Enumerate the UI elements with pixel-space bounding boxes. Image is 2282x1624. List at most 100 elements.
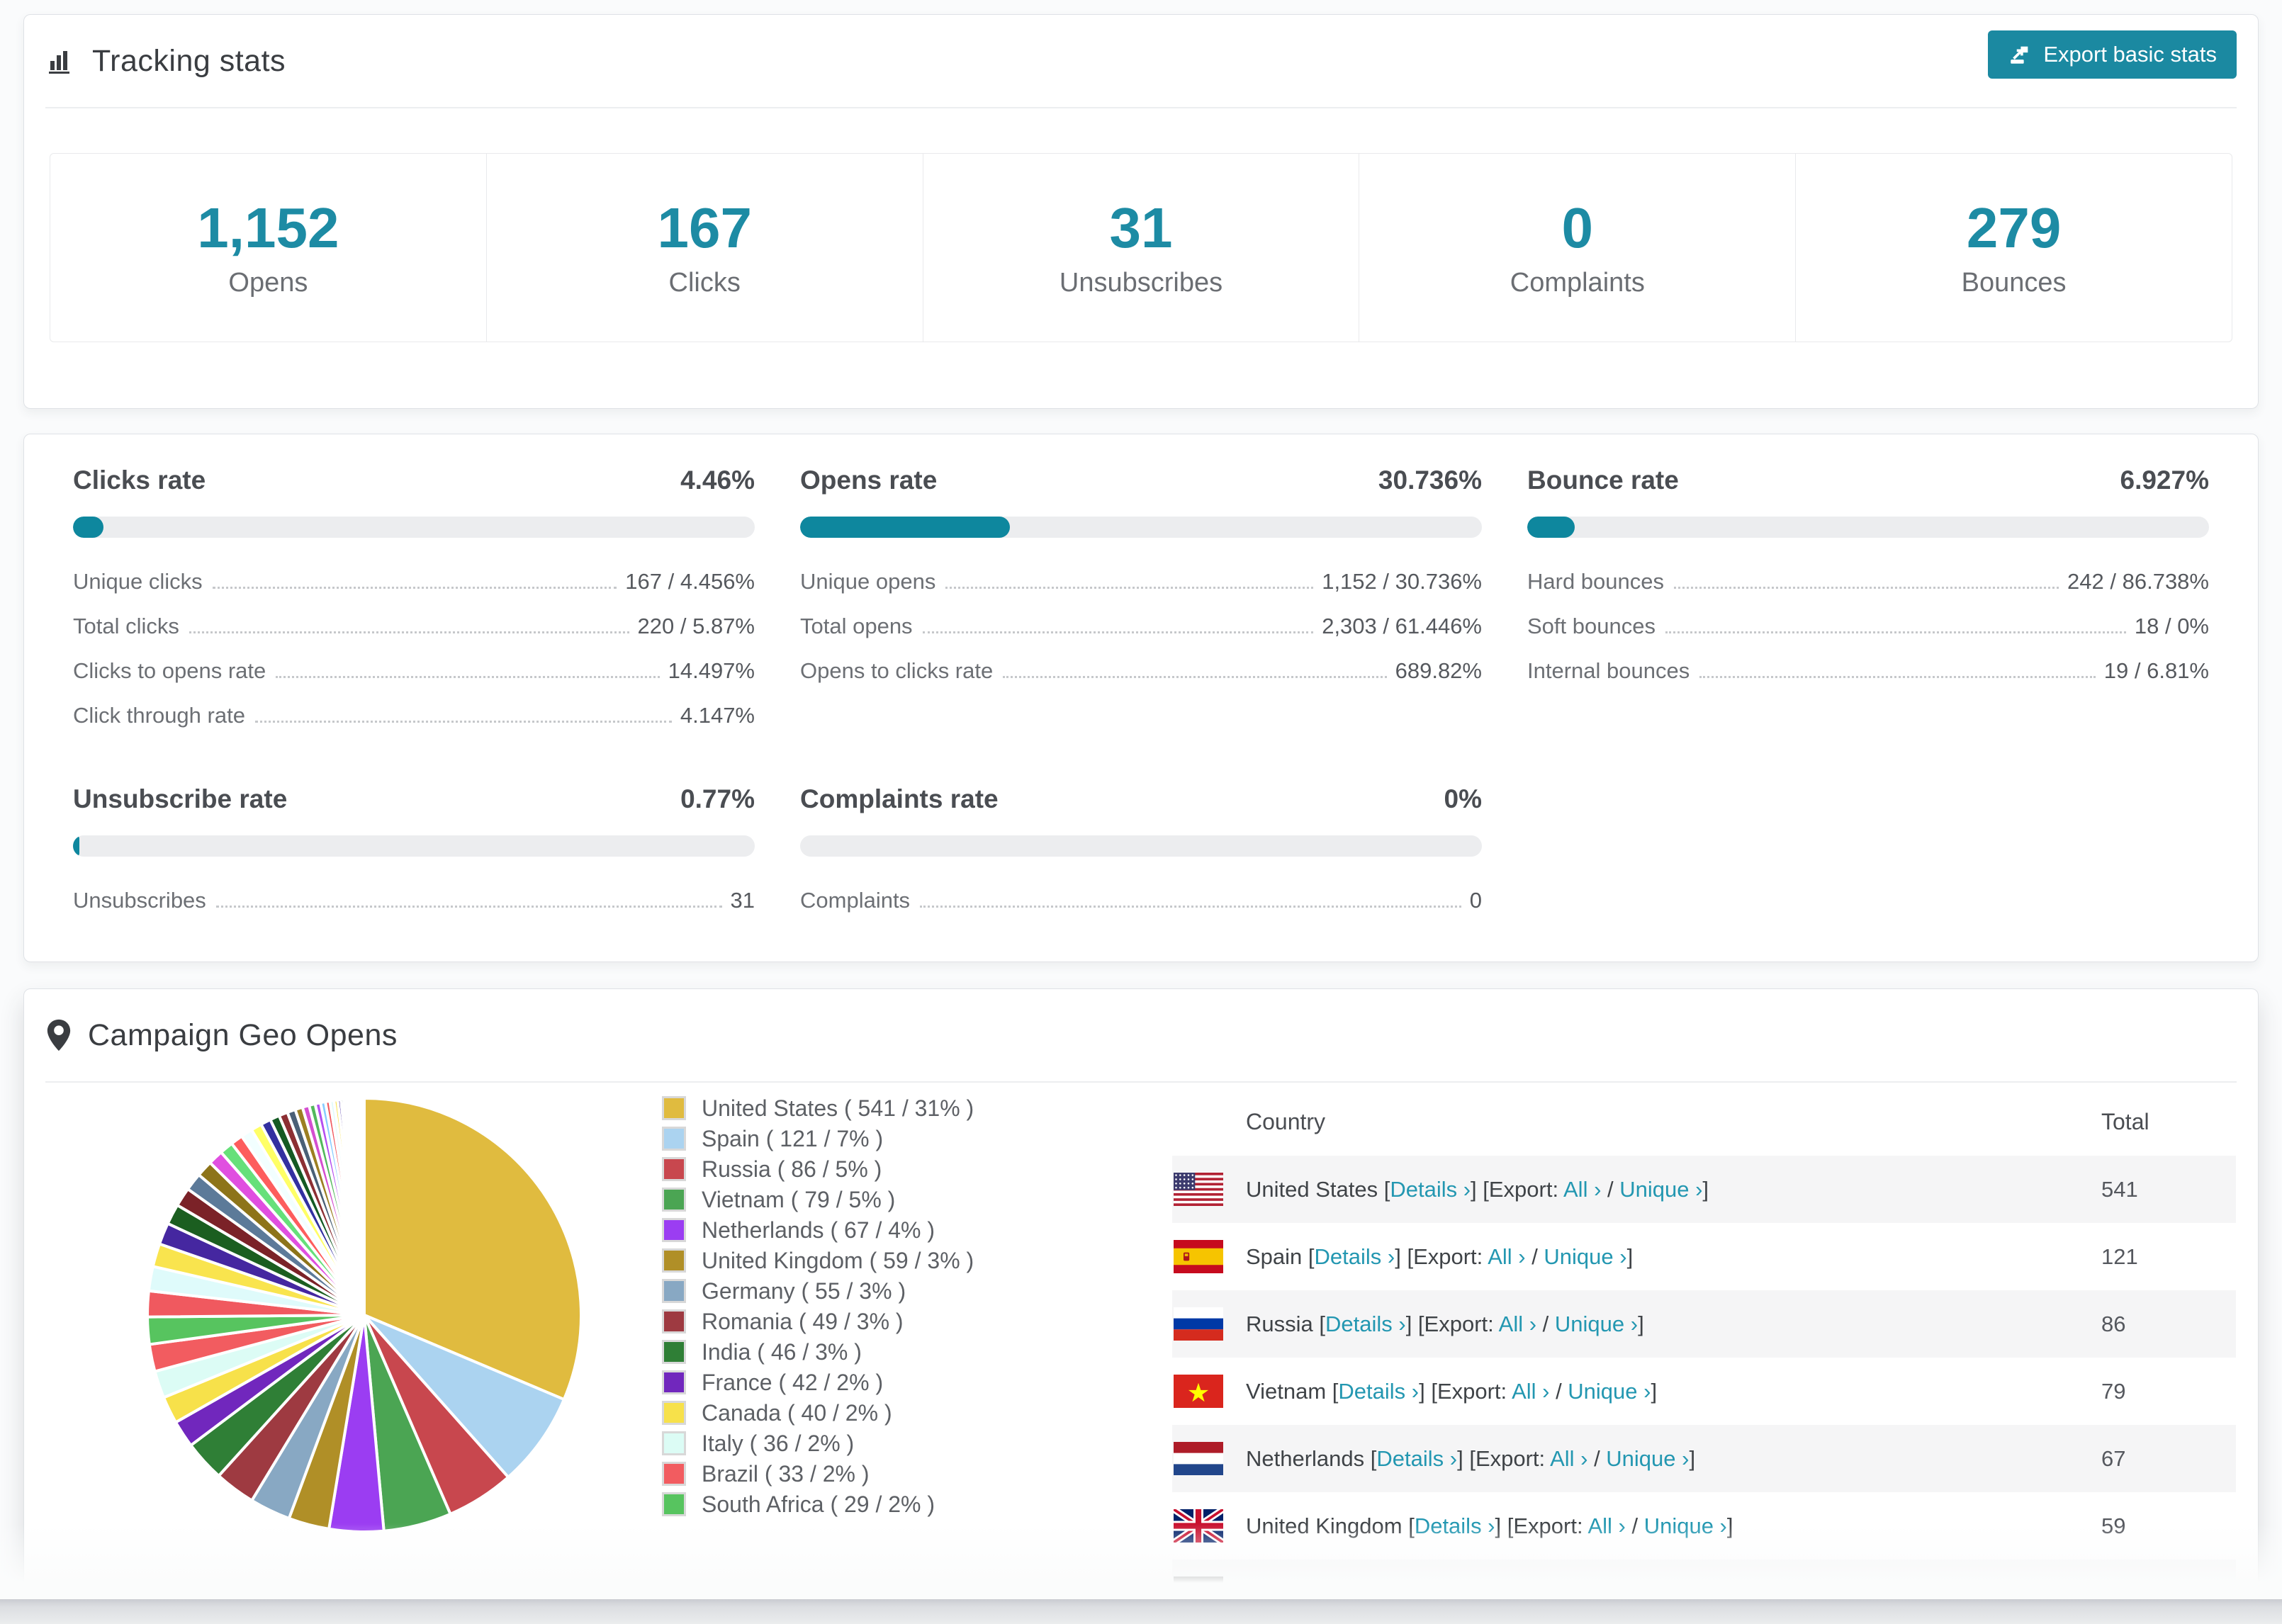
clicks-rate-block: Clicks rate 4.46% Unique clicks 167 / 4.456… xyxy=(73,466,755,748)
legend-label: France ( 42 / 2% ) xyxy=(702,1369,884,1395)
details-link[interactable]: Details › xyxy=(1349,1581,1429,1594)
legend-item: Russia ( 86 / 5% ) xyxy=(662,1156,974,1182)
legend-label: South Africa ( 29 / 2% ) xyxy=(702,1491,935,1517)
stat-label: Clicks xyxy=(668,268,741,298)
complaints-rate-progress-bar xyxy=(800,835,1482,857)
rate-detail-label: Unsubscribes xyxy=(73,888,206,913)
export-all-link[interactable]: All › xyxy=(1512,1379,1549,1404)
total-cell: 67 xyxy=(2101,1445,2126,1471)
rate-detail-row: Total opens 2,303 / 61.446% xyxy=(800,614,1482,639)
export-all-link[interactable]: All › xyxy=(1563,1177,1601,1202)
legend-label: United States ( 541 / 31% ) xyxy=(702,1095,974,1121)
campaign-geo-opens-header: Campaign Geo Opens xyxy=(45,989,2237,1083)
legend-item: United Kingdom ( 59 / 3% ) xyxy=(662,1248,974,1273)
legend-item: United States ( 541 / 31% ) xyxy=(662,1095,974,1121)
legend-label: Vietnam ( 79 / 5% ) xyxy=(702,1186,896,1212)
stat-label: Bounces xyxy=(1961,268,2067,298)
legend-item: Canada ( 40 / 2% ) xyxy=(662,1400,974,1426)
total-column-header: Total xyxy=(2101,1109,2149,1134)
bar-chart-icon xyxy=(45,45,77,77)
details-link[interactable]: Details › xyxy=(1376,1446,1457,1471)
rate-detail-label: Click through rate xyxy=(73,703,245,728)
table-row: Vietnam [Details ›] [Export: All › / Uni… xyxy=(1172,1358,2236,1425)
export-basic-stats-button[interactable]: Export basic stats xyxy=(1988,30,2237,79)
country-cell: United Kingdom [Details ›] [Export: All … xyxy=(1246,1513,1733,1538)
country-cell: Germany [Details ›] [Export: All › / Uni… xyxy=(1246,1581,2101,1594)
details-link[interactable]: Details › xyxy=(1325,1312,1406,1336)
dotted-leader xyxy=(1699,676,2096,678)
unsubscribe-rate-progress-bar xyxy=(73,835,755,857)
dotted-leader xyxy=(1674,587,2059,589)
export-unique-link[interactable]: Unique › xyxy=(1606,1446,1689,1471)
campaign-geo-opens-card: Campaign Geo Opens United States ( 541 /… xyxy=(23,988,2259,1594)
legend-swatch-icon xyxy=(662,1188,686,1212)
export-all-link[interactable]: All › xyxy=(1522,1581,1559,1594)
legend-label: India ( 46 / 3% ) xyxy=(702,1338,862,1365)
legend-label: Italy ( 36 / 2% ) xyxy=(702,1430,855,1456)
campaign-geo-opens-title: Campaign Geo Opens xyxy=(88,1017,398,1052)
legend-swatch-icon xyxy=(662,1127,686,1151)
rate-detail-value: 167 / 4.456% xyxy=(625,569,755,594)
complaints-rate-title: Complaints rate xyxy=(800,784,999,813)
clicks-rate-progress-fill xyxy=(73,517,103,538)
export-unique-link[interactable]: Unique › xyxy=(1578,1581,1661,1594)
rate-detail-label: Complaints xyxy=(800,888,911,913)
legend-item: Germany ( 55 / 3% ) xyxy=(662,1278,974,1304)
export-all-link[interactable]: All › xyxy=(1587,1513,1625,1538)
total-cell: 79 xyxy=(2101,1378,2126,1404)
legend-item: France ( 42 / 2% ) xyxy=(662,1369,974,1395)
rate-detail-label: Total clicks xyxy=(73,614,179,638)
geo-opens-pie-chart xyxy=(137,1088,591,1542)
export-unique-link[interactable]: Unique › xyxy=(1619,1177,1702,1202)
legend-label: Brazil ( 33 / 2% ) xyxy=(702,1460,870,1487)
dotted-leader xyxy=(1665,631,2126,633)
bounce-rate-percent: 6.927% xyxy=(2120,466,2210,495)
stat-label: Complaints xyxy=(1510,268,1645,298)
dotted-leader xyxy=(254,721,672,723)
details-link[interactable]: Details › xyxy=(1415,1513,1495,1538)
dotted-leader xyxy=(1003,676,1387,678)
country-cell: Netherlands [Details ›] [Export: All › /… xyxy=(1246,1445,1696,1471)
legend-item: Netherlands ( 67 / 4% ) xyxy=(662,1217,974,1243)
rate-detail-row: Total clicks 220 / 5.87% xyxy=(73,614,755,639)
stat-value: 279 xyxy=(1966,196,2062,259)
rate-detail-row: Complaints 0 xyxy=(800,888,1482,913)
unsubscribe-rate-block: Unsubscribe rate 0.77% Unsubscribes 31 xyxy=(73,784,755,932)
geo-table-body: United States [Details ›] [Export: All ›… xyxy=(1172,1156,2236,1594)
legend-swatch-icon xyxy=(662,1370,686,1394)
stat-cell-bounces: 279 Bounces xyxy=(1796,154,2232,342)
total-cell: 541 xyxy=(2101,1176,2138,1202)
export-unique-link[interactable]: Unique › xyxy=(1644,1513,1727,1538)
dotted-leader xyxy=(922,631,1314,633)
total-cell: 55 xyxy=(2101,1580,2126,1594)
rate-detail-row: Hard bounces 242 / 86.738% xyxy=(1527,569,2209,594)
dotted-leader xyxy=(920,906,1461,908)
table-row: United Kingdom [Details ›] [Export: All … xyxy=(1172,1492,2236,1560)
export-unique-link[interactable]: Unique › xyxy=(1555,1312,1638,1336)
details-link[interactable]: Details › xyxy=(1315,1244,1395,1269)
country-cell: Spain [Details ›] [Export: All › / Uniqu… xyxy=(1246,1244,1634,1269)
details-link[interactable]: Details › xyxy=(1390,1177,1471,1202)
table-row: Netherlands [Details ›] [Export: All › /… xyxy=(1172,1425,2236,1492)
export-all-link[interactable]: All › xyxy=(1488,1244,1525,1269)
clicks-rate-progress-bar xyxy=(73,517,755,538)
bounce-rate-progress-fill xyxy=(1527,517,1575,538)
clicks-rate-percent: 4.46% xyxy=(680,466,755,495)
country-cell: Russia [Details ›] [Export: All › / Uniq… xyxy=(1246,1311,1644,1336)
export-all-link[interactable]: All › xyxy=(1499,1312,1536,1336)
export-unique-link[interactable]: Unique › xyxy=(1544,1244,1626,1269)
rate-detail-value: 689.82% xyxy=(1395,658,1482,683)
country-name: Spain xyxy=(1246,1244,1308,1269)
stat-value: 31 xyxy=(1109,196,1173,259)
rate-detail-value: 4.147% xyxy=(680,703,755,728)
country-name: United Kingdom xyxy=(1246,1513,1409,1538)
rate-detail-value: 1,152 / 30.736% xyxy=(1322,569,1482,594)
unsubscribe-rate-percent: 0.77% xyxy=(680,784,755,813)
clicks-rate-title: Clicks rate xyxy=(73,466,206,495)
rate-detail-label: Unique clicks xyxy=(73,569,203,594)
export-unique-link[interactable]: Unique › xyxy=(1568,1379,1651,1404)
details-link[interactable]: Details › xyxy=(1338,1379,1419,1404)
export-all-link[interactable]: All › xyxy=(1550,1446,1587,1471)
dotted-leader xyxy=(945,587,1314,589)
opens-rate-progress-bar xyxy=(800,517,1482,538)
